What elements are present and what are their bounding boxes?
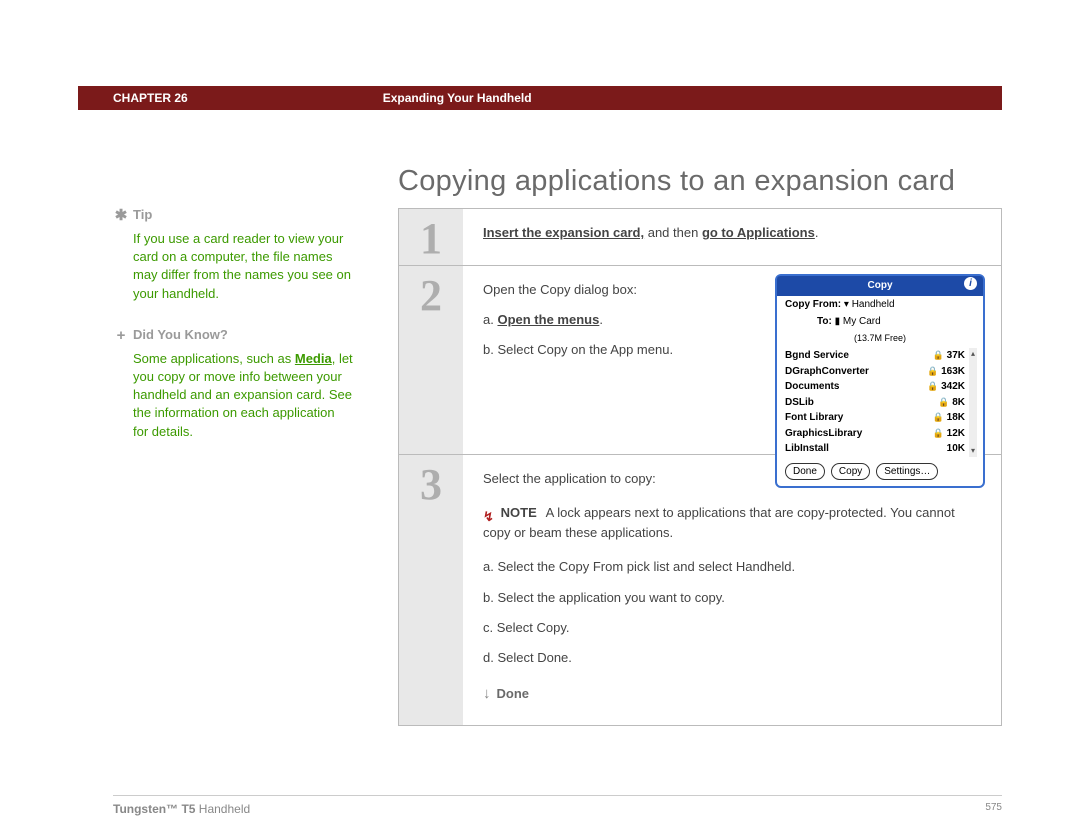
copy-to-value: My Card xyxy=(840,316,881,327)
tip-block: ✱ Tip If you use a card reader to view y… xyxy=(113,205,353,303)
step1-end: . xyxy=(815,225,819,240)
page-number: 575 xyxy=(985,802,1002,816)
media-link[interactable]: Media xyxy=(295,351,332,366)
lock-icon: 🔒 xyxy=(927,381,938,391)
app-size: 🔒 8K xyxy=(938,395,965,411)
app-list-row: DGraphConverter 🔒 163K xyxy=(783,364,969,380)
didyouknow-label: Did You Know? xyxy=(133,326,228,344)
free-space: (13.7M Free) xyxy=(777,331,983,347)
copy-dialog-screenshot: Copy i Copy From: ▾ Handheld To: ▮ My Ca… xyxy=(775,274,985,488)
app-size: 🔒 37K xyxy=(933,348,965,364)
app-list-row: Bgnd Service 🔒 37K xyxy=(783,348,969,364)
dialog-buttons: Done Copy Settings… xyxy=(777,459,983,481)
scrollbar: ▴ ▾ xyxy=(969,348,977,457)
goto-applications-link[interactable]: go to Applications xyxy=(702,225,815,240)
dialog-title-bar: Copy i xyxy=(777,276,983,296)
step2-a-pre: a. xyxy=(483,312,497,327)
copy-from-row: Copy From: ▾ Handheld xyxy=(777,296,983,314)
done-text: Done xyxy=(497,684,530,704)
step-3: 3 Select the application to copy: ↯ NOTE… xyxy=(399,455,1001,725)
app-size: 10K xyxy=(947,441,965,457)
info-icon: i xyxy=(964,277,977,290)
step3-d: d. Select Done. xyxy=(483,648,985,668)
scroll-down-icon: ▾ xyxy=(971,445,975,457)
tip-label: Tip xyxy=(133,206,152,224)
step3-a: a. Select the Copy From pick list and se… xyxy=(483,557,985,577)
page-footer: Tungsten™ T5 Handheld 575 xyxy=(113,795,1002,816)
sidebar: ✱ Tip If you use a card reader to view y… xyxy=(113,205,353,463)
plus-icon: + xyxy=(113,325,129,346)
step-1: 1 Insert the expansion card, and then go… xyxy=(399,209,1001,266)
note-row: ↯ NOTE A lock appears next to applicatio… xyxy=(483,503,985,543)
app-list-row: Documents 🔒 342K xyxy=(783,379,969,395)
didyouknow-header: + Did You Know? xyxy=(113,325,353,346)
app-list-row: GraphicsLibrary 🔒 12K xyxy=(783,426,969,442)
app-size: 🔒 342K xyxy=(927,379,965,395)
scroll-up-icon: ▴ xyxy=(971,348,975,360)
app-name: DSLib xyxy=(785,395,814,411)
app-size: 🔒 12K xyxy=(933,426,965,442)
step1-mid: and then xyxy=(644,225,702,240)
copy-from-label: Copy From: xyxy=(785,299,841,310)
asterisk-icon: ✱ xyxy=(113,205,129,226)
app-list-row: Font Library 🔒 18K xyxy=(783,410,969,426)
lock-icon: 🔒 xyxy=(938,397,949,407)
step-1-body: Insert the expansion card, and then go t… xyxy=(463,209,1001,265)
copy-to-row: To: ▮ My Card xyxy=(777,313,983,331)
dialog-settings-button[interactable]: Settings… xyxy=(876,463,938,481)
app-list-row: LibInstall 10K xyxy=(783,441,969,457)
step-2-number: 2 xyxy=(399,266,463,454)
chapter-header: CHAPTER 26 Expanding Your Handheld xyxy=(78,86,1002,110)
dialog-copy-button[interactable]: Copy xyxy=(831,463,870,481)
insert-card-link[interactable]: Insert the expansion card, xyxy=(483,225,644,240)
page-title: Copying applications to an expansion car… xyxy=(398,165,955,198)
product-name: Tungsten™ T5 Handheld xyxy=(113,802,250,816)
step3-b: b. Select the application you want to co… xyxy=(483,588,985,608)
done-arrow-icon: ↓ xyxy=(483,682,491,705)
tip-body: If you use a card reader to view your ca… xyxy=(133,230,353,303)
note-label: NOTE xyxy=(501,505,537,520)
dialog-done-button[interactable]: Done xyxy=(785,463,825,481)
lock-icon: 🔒 xyxy=(933,350,944,360)
app-name: Bgnd Service xyxy=(785,348,849,364)
dyk-pre: Some applications, such as xyxy=(133,351,295,366)
note-icon: ↯ xyxy=(483,507,497,521)
app-name: GraphicsLibrary xyxy=(785,426,862,442)
app-name: DGraphConverter xyxy=(785,364,869,380)
lock-icon: 🔒 xyxy=(927,366,938,376)
tip-header: ✱ Tip xyxy=(113,205,353,226)
step-2: 2 Open the Copy dialog box: a. Open the … xyxy=(399,266,1001,455)
lock-icon: 🔒 xyxy=(933,428,944,438)
step-3-number: 3 xyxy=(399,455,463,725)
app-list: ▴ ▾ Bgnd Service 🔒 37K DGraphConverter 🔒 16… xyxy=(783,348,977,457)
dialog-title: Copy xyxy=(868,280,893,291)
step-2-body: Open the Copy dialog box: a. Open the me… xyxy=(463,266,1001,454)
step-3-body: Select the application to copy: ↯ NOTE A… xyxy=(463,455,1001,725)
copy-from-value: Handheld xyxy=(849,299,895,310)
open-menus-link[interactable]: Open the menus xyxy=(497,312,599,327)
didyouknow-body: Some applications, such as Media, let yo… xyxy=(133,350,353,441)
chapter-label: CHAPTER 26 xyxy=(113,91,188,105)
step-1-number: 1 xyxy=(399,209,463,265)
app-size: 🔒 18K xyxy=(933,410,965,426)
app-name: Font Library xyxy=(785,410,843,426)
lock-icon: 🔒 xyxy=(933,412,944,422)
app-name: Documents xyxy=(785,379,839,395)
steps-container: 1 Insert the expansion card, and then go… xyxy=(398,208,1002,726)
done-marker: ↓ Done xyxy=(483,682,985,705)
app-list-row: DSLib 🔒 8K xyxy=(783,395,969,411)
product-rest: Handheld xyxy=(195,802,250,816)
app-size: 🔒 163K xyxy=(927,364,965,380)
note-body: A lock appears next to applications that… xyxy=(483,505,955,540)
step3-c: c. Select Copy. xyxy=(483,618,985,638)
step2-a-post: . xyxy=(599,312,603,327)
didyouknow-block: + Did You Know? Some applications, such … xyxy=(113,325,353,441)
product-bold: Tungsten™ T5 xyxy=(113,802,195,816)
copy-to-label: To: xyxy=(817,316,832,327)
section-label: Expanding Your Handheld xyxy=(383,91,532,105)
app-name: LibInstall xyxy=(785,441,829,457)
